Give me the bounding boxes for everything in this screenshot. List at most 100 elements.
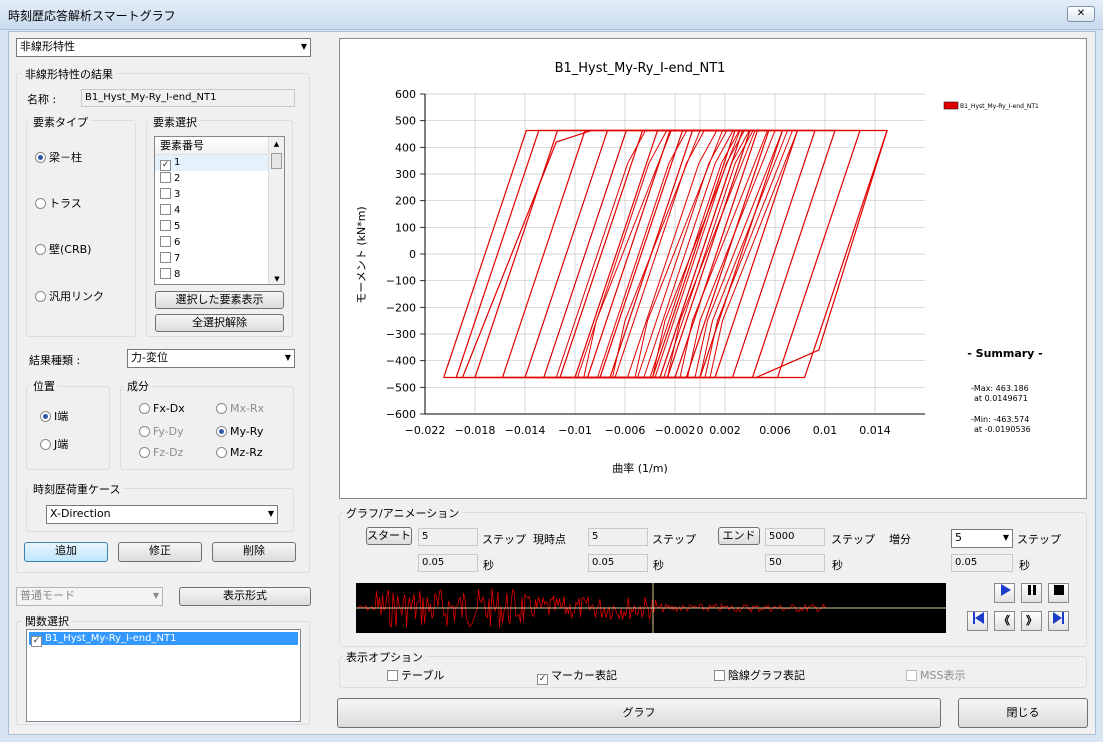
checkbox-icon[interactable]	[160, 252, 171, 263]
start-step-field[interactable]: 5	[418, 528, 478, 546]
radio-wall[interactable]: 壁(CRB)	[35, 243, 91, 257]
time-history-preview[interactable]	[355, 583, 946, 633]
scroll-thumb[interactable]	[271, 153, 282, 169]
checkbox-icon[interactable]	[160, 172, 171, 183]
table-row[interactable]: 3	[155, 187, 284, 203]
x-tick-label: −0.022	[405, 424, 446, 437]
delete-button[interactable]: 削除	[212, 542, 296, 562]
checkbox-label: マーカー表記	[551, 669, 617, 682]
table-row[interactable]: 7	[155, 251, 284, 267]
modify-button[interactable]: 修正	[118, 542, 202, 562]
display-options-group	[339, 656, 1087, 688]
checkbox-icon[interactable]	[160, 204, 171, 215]
checkbox-icon[interactable]	[160, 188, 171, 199]
loadcase-select[interactable]: X-Direction ▼	[46, 505, 278, 524]
graph-button[interactable]: グラフ	[337, 698, 941, 728]
dialog-body: 非線形特性 ▼ 非線形特性の結果 名称 : B1_Hyst_My-Ry_I-end…	[8, 31, 1096, 735]
radio-label: 壁(CRB)	[49, 243, 92, 256]
marker-checkbox[interactable]: ✓ マーカー表記	[537, 669, 617, 685]
radio-general-link[interactable]: 汎用リンク	[35, 290, 104, 304]
radio-mz-rz[interactable]: Mz-Rz	[216, 446, 263, 460]
time-history-wave	[355, 583, 946, 633]
check-icon[interactable]: ✓	[160, 160, 171, 171]
mode-value: 普通モード	[20, 589, 75, 602]
loadcase-value: X-Direction	[50, 507, 111, 520]
radio-truss[interactable]: トラス	[35, 197, 82, 211]
rewind-icon[interactable]: 《	[994, 611, 1015, 631]
play-glyph	[1000, 584, 1011, 596]
table-row[interactable]: 5	[155, 219, 284, 235]
scroll-up-icon[interactable]: ▲	[269, 137, 284, 151]
current-step-field[interactable]: 5	[588, 528, 648, 546]
list-scrollbar[interactable]: ▲ ▼	[268, 137, 284, 284]
deselect-all-button[interactable]: 全選択解除	[155, 314, 284, 332]
end-sec-field[interactable]: 50	[765, 554, 825, 572]
result-group-label: 非線形特性の結果	[22, 66, 116, 82]
check-icon[interactable]: ✓	[537, 674, 548, 685]
table-checkbox[interactable]: テーブル	[387, 669, 444, 683]
x-tick-label: 0	[697, 424, 704, 437]
checkbox-icon[interactable]	[160, 236, 171, 247]
function-list[interactable]: ✓ B1_Hyst_My-Ry_I-end_NT1	[26, 629, 301, 722]
checkbox-label: 陰線グラフ表記	[728, 669, 805, 682]
checkbox-icon[interactable]	[387, 670, 398, 681]
element-list[interactable]: 要素番号 ✓ 1 2 3 4 5 6 7 8 ▲ ▼	[154, 136, 285, 285]
radio-i-end[interactable]: I端	[40, 410, 68, 424]
table-row[interactable]: 2	[155, 171, 284, 187]
end-button[interactable]: エンド	[718, 527, 760, 545]
start-sec-field[interactable]: 0.05	[418, 554, 478, 572]
x-tick-label: 0.014	[859, 424, 891, 437]
radio-j-end[interactable]: J端	[40, 438, 68, 452]
result-kind-select[interactable]: 力-変位 ▼	[127, 349, 295, 368]
close-icon[interactable]: ✕	[1067, 6, 1095, 22]
play-icon[interactable]	[994, 583, 1015, 603]
chart-title: B1_Hyst_My-Ry_I-end_NT1	[555, 61, 726, 76]
function-list-item[interactable]: ✓ B1_Hyst_My-Ry_I-end_NT1	[29, 632, 298, 647]
x-tick-label: −0.002	[655, 424, 696, 437]
last-frame-icon[interactable]	[1048, 611, 1069, 631]
table-row[interactable]: 6	[155, 235, 284, 251]
y-tick-label: −500	[386, 381, 416, 394]
increment-step-unit: ステップ	[1017, 533, 1061, 546]
function-type-select[interactable]: 非線形特性 ▼	[16, 38, 311, 57]
increment-sec-field[interactable]: 0.05	[951, 554, 1013, 572]
radio-label: 梁－柱	[49, 151, 82, 164]
current-sec-field[interactable]: 0.05	[588, 554, 648, 572]
check-icon[interactable]: ✓	[31, 636, 42, 647]
table-row[interactable]: 8	[155, 267, 284, 283]
table-row[interactable]: 4	[155, 203, 284, 219]
show-selected-button[interactable]: 選択した要素表示	[155, 291, 284, 309]
add-button[interactable]: 追加	[24, 542, 108, 562]
function-type-value: 非線形特性	[20, 40, 75, 53]
scroll-down-icon[interactable]: ▼	[269, 272, 284, 284]
stop-icon[interactable]	[1048, 583, 1069, 603]
x-tick-label: 0.002	[709, 424, 741, 437]
display-format-button[interactable]: 表示形式	[179, 587, 311, 606]
checkbox-icon[interactable]	[160, 268, 171, 279]
grid	[424, 93, 925, 415]
mode-select: 普通モード ▼	[16, 587, 163, 606]
first-frame-icon[interactable]	[967, 611, 988, 631]
table-row[interactable]: ✓ 1	[155, 155, 284, 171]
checkbox-icon[interactable]	[714, 670, 725, 681]
radio-my-ry[interactable]: My-Ry	[216, 425, 263, 439]
checkbox-icon[interactable]	[160, 220, 171, 231]
radio-fx-dx[interactable]: Fx-Dx	[139, 402, 185, 416]
chevron-down-icon: ▼	[152, 591, 159, 600]
chart-panel: −0.022 −0.018 −0.014 −0.01 −0.006 −0.002 0 0.00…	[339, 38, 1087, 499]
current-sec-unit: 秒	[653, 559, 664, 572]
element-number: 2	[174, 173, 181, 184]
y-tick-label: 400	[395, 141, 416, 154]
increment-sec-unit: 秒	[1019, 559, 1030, 572]
x-tick-label: −0.014	[505, 424, 546, 437]
increment-select[interactable]: 5 ▼	[951, 529, 1013, 548]
radio-beam-column[interactable]: 梁－柱	[35, 151, 82, 165]
end-step-field[interactable]: 5000	[765, 528, 825, 546]
position-label: 位置	[30, 378, 58, 394]
close-button[interactable]: 閉じる	[958, 698, 1088, 728]
y-tick-label: −300	[386, 328, 416, 341]
fast-forward-icon[interactable]: 》	[1021, 611, 1042, 631]
hidden-line-checkbox[interactable]: 陰線グラフ表記	[714, 669, 805, 683]
start-button[interactable]: スタート	[366, 527, 412, 545]
pause-icon[interactable]	[1021, 583, 1042, 603]
